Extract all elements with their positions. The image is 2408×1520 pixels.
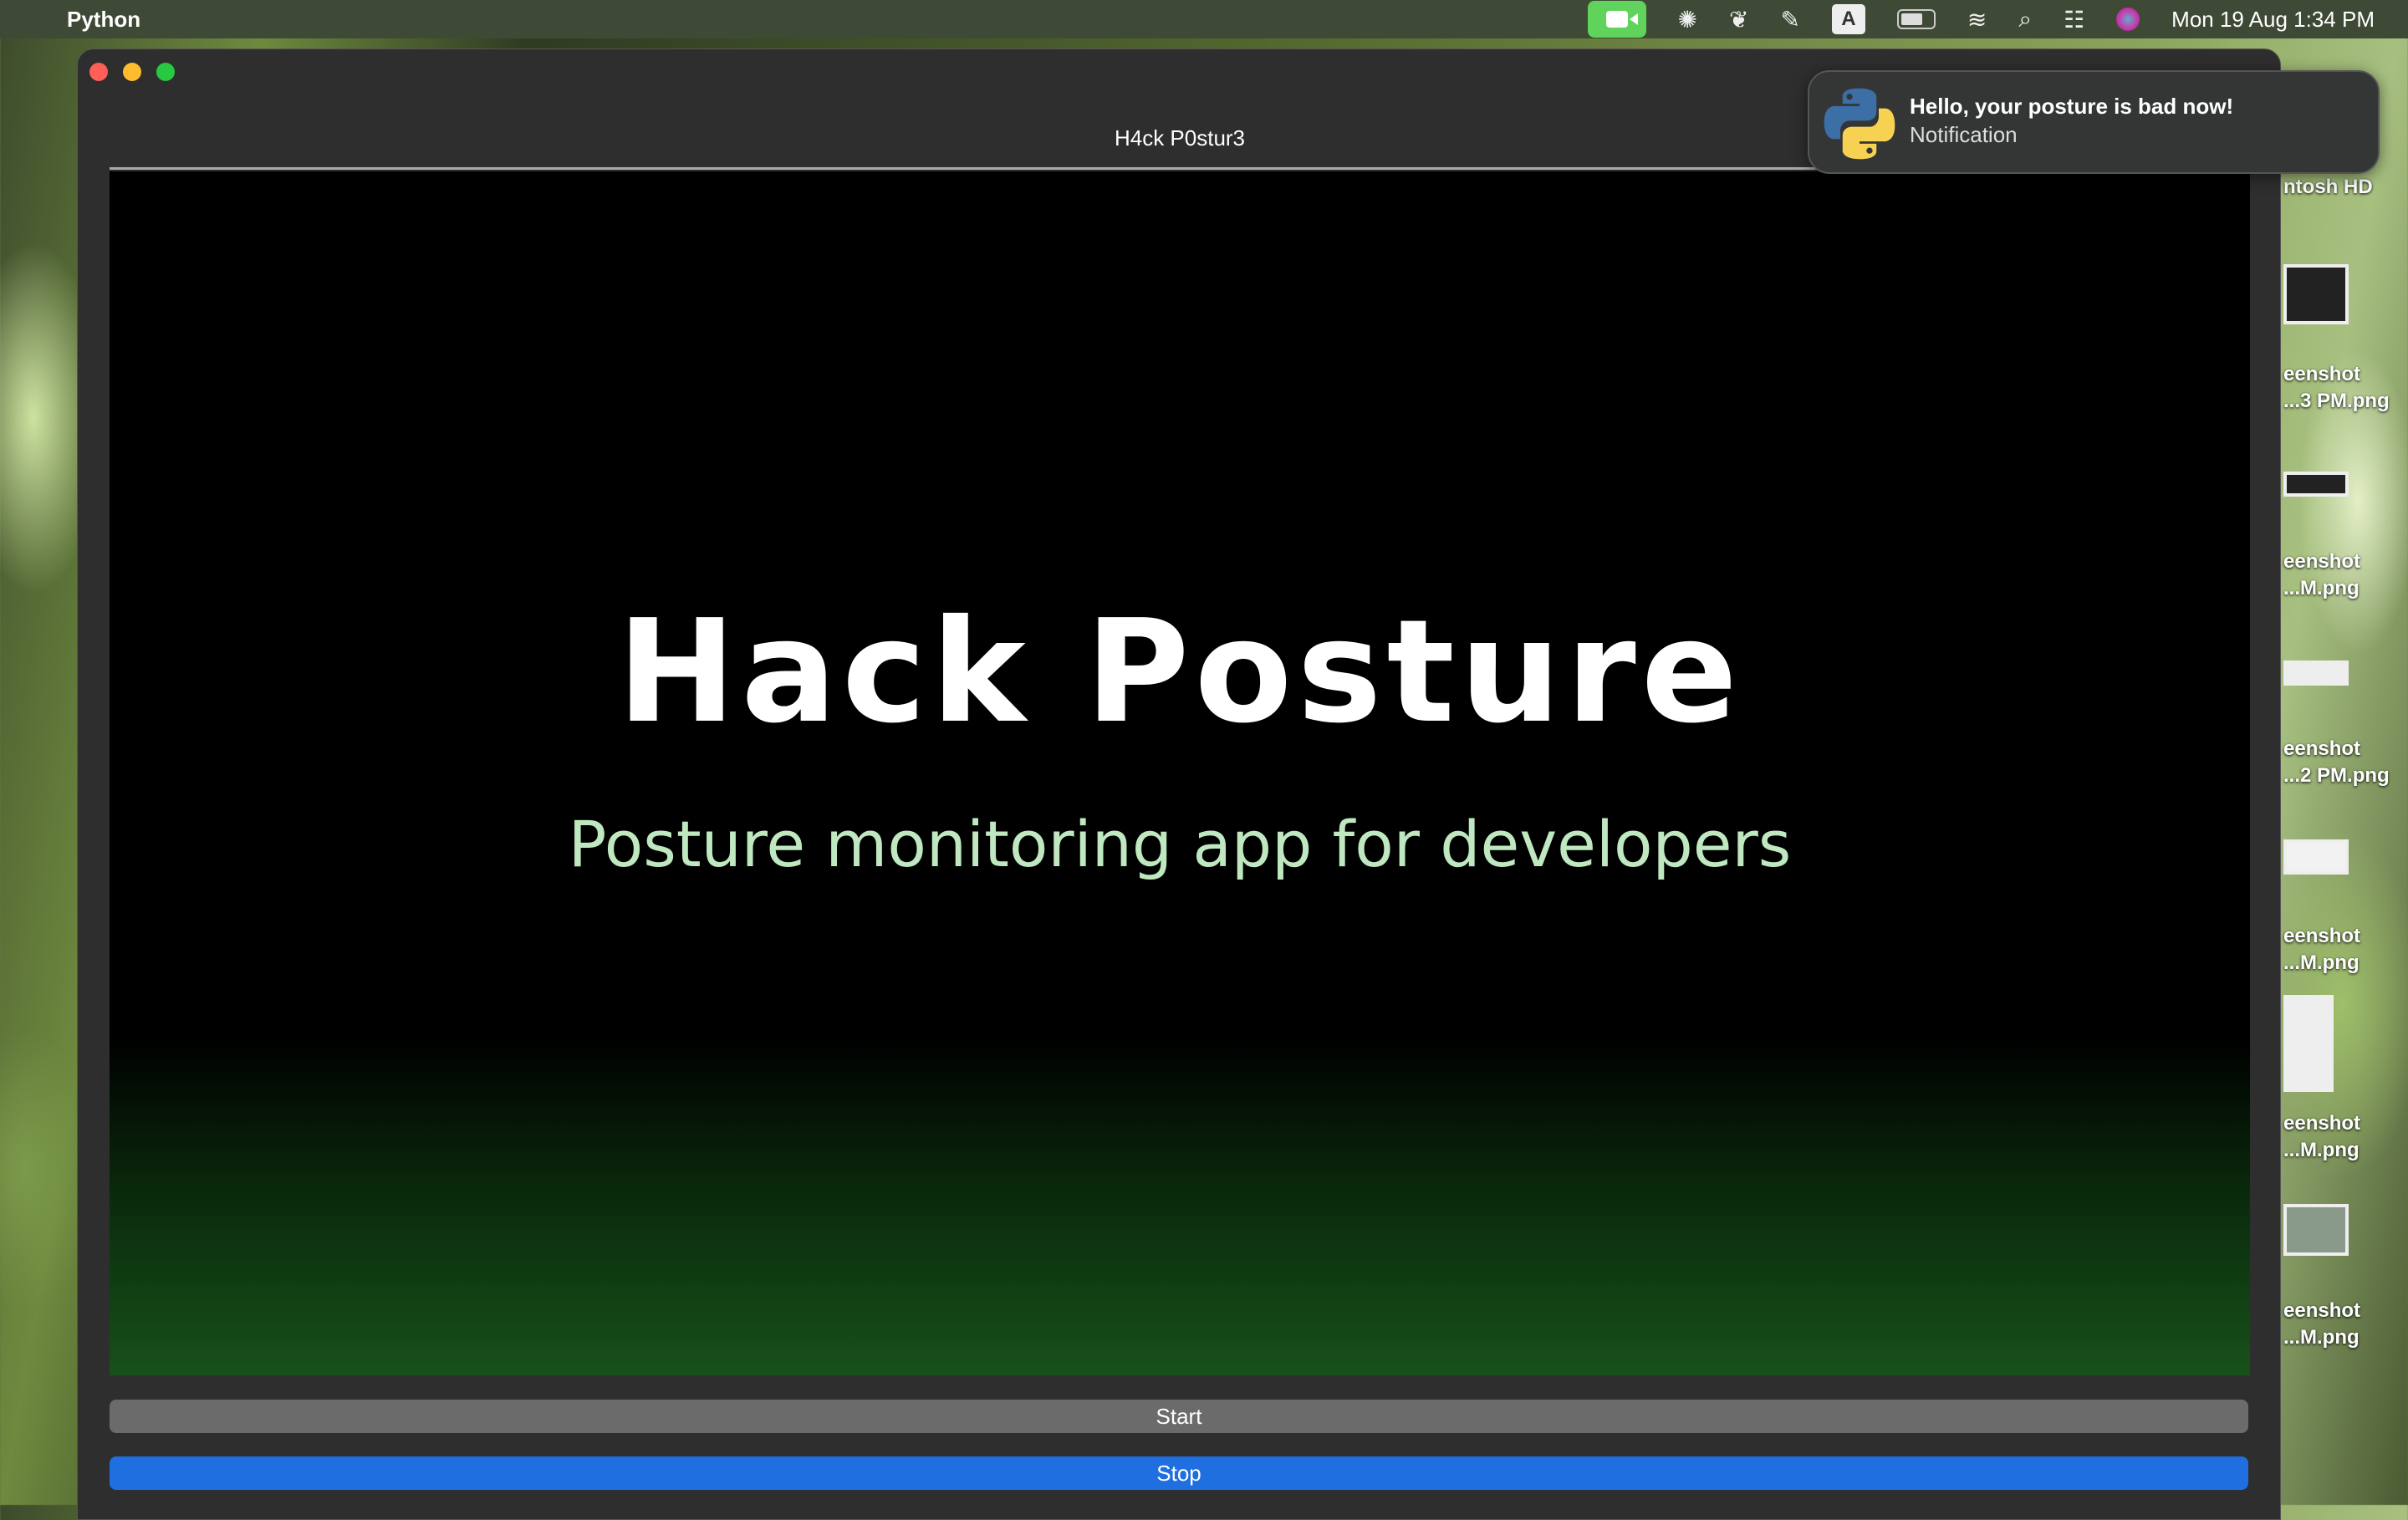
file-thumbnail[interactable] [2283,1204,2349,1256]
menu-bar: Python ✺ ❦ ✎ A ≋ ⌕ ☷ Mon 19 Aug 1:34 PM [0,0,2408,38]
desktop-item-label: eenshot [2283,737,2361,760]
banner-subtitle: Posture monitoring app for developers [568,807,1792,881]
desktop-item-label: eenshot [2283,550,2361,573]
desktop-item-label: ...2 PM.png [2283,764,2390,787]
desktop-item-label: ...M.png [2283,1139,2360,1161]
desktop-item[interactable]: eenshot ...M.png [2283,923,2360,977]
desktop-item-label: ntosh HD [2283,176,2373,198]
desktop-item-label: eenshot [2283,363,2361,385]
notification-title: Hello, your posture is bad now! [1910,94,2234,119]
app-menu-python[interactable]: Python [67,7,140,33]
input-source-icon[interactable]: A [1831,4,1865,34]
desktop-item[interactable]: eenshot ...3 PM.png [2283,361,2390,415]
spotlight-icon[interactable]: ⌕ [2018,6,2032,33]
desktop-item[interactable]: eenshot ...2 PM.png [2283,736,2390,789]
stop-button[interactable]: Stop [110,1456,2248,1490]
desktop-item[interactable]: eenshot ...M.png [2283,1298,2360,1351]
facetime-icon[interactable] [1587,1,1646,38]
minimize-button[interactable] [123,63,141,81]
file-thumbnail[interactable] [2283,264,2349,324]
siri-icon[interactable] [2116,8,2140,31]
close-button[interactable] [89,63,108,81]
app-window: H4ck P0stur3 Hack Posture Posture monito… [77,48,2281,1520]
banner-image: Hack Posture Posture monitoring app for … [110,171,2250,1375]
wifi-icon[interactable]: ≋ [1967,6,1987,33]
file-thumbnail[interactable] [2283,472,2349,497]
chatgpt-icon[interactable]: ✺ [1678,6,1697,33]
desktop-item-label: ...3 PM.png [2283,390,2390,412]
file-thumbnail[interactable] [2283,839,2349,875]
banner-heading: Hack Posture [616,589,1742,755]
menu-clock[interactable]: Mon 19 Aug 1:34 PM [2171,7,2375,33]
desktop-item-label: eenshot [2283,1299,2361,1322]
battery-icon[interactable] [1896,9,1936,29]
control-center-icon[interactable]: ☷ [2064,6,2084,33]
desktop-item-label: ...M.png [2283,951,2360,974]
start-button[interactable]: Start [110,1400,2248,1433]
file-thumbnail[interactable] [2283,661,2349,686]
desktop-item[interactable]: ntosh HD [2283,174,2373,201]
desktop-item[interactable]: eenshot ...M.png [2283,548,2360,602]
python-logo-icon [1824,88,1895,160]
docker-icon[interactable]: ❦ [1729,6,1748,33]
notification-body: Notification [1910,122,2018,147]
desktop-item-label: eenshot [2283,925,2361,947]
notification-banner[interactable]: Hello, your posture is bad now! Notifica… [1808,70,2380,174]
scrivener-icon[interactable]: ✎ [1780,6,1799,33]
desktop-item[interactable]: eenshot ...M.png [2283,1110,2360,1164]
desktop-item-label: ...M.png [2283,1326,2360,1349]
desktop-item-label: eenshot [2283,1112,2361,1135]
zoom-button[interactable] [156,63,175,81]
desktop-item-label: ...M.png [2283,577,2360,599]
file-thumbnail[interactable] [2283,995,2334,1092]
